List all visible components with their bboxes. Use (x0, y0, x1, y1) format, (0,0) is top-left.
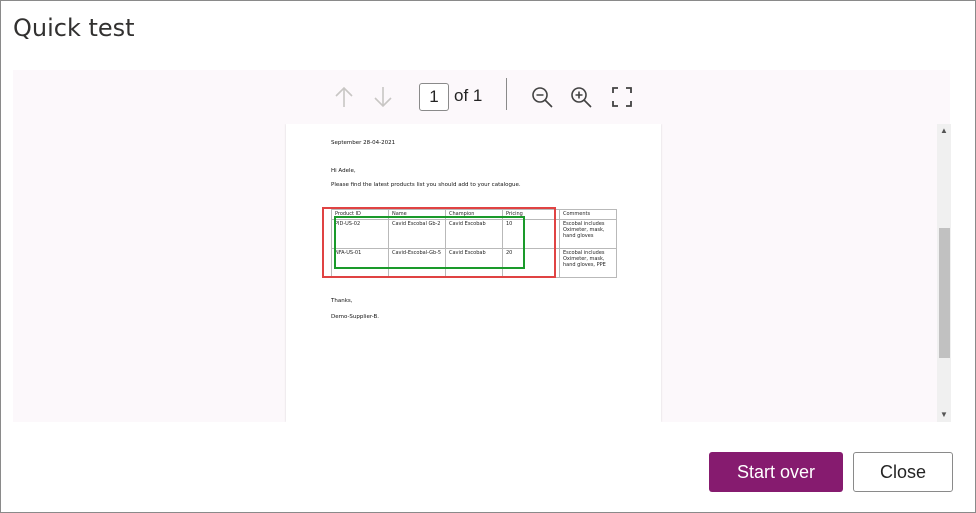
scrollbar-thumb[interactable] (939, 228, 950, 358)
table-cell: Escobal includes Oximeter, mask, hand gl… (559, 219, 617, 249)
scroll-up-icon[interactable]: ▲ (937, 124, 951, 138)
page-count-label: of 1 (454, 86, 483, 105)
close-button[interactable]: Close (853, 452, 953, 492)
viewer-toolbar: 1 of 1 (13, 70, 950, 124)
page-number-input[interactable]: 1 (419, 83, 449, 111)
scroll-down-icon[interactable]: ▼ (937, 408, 951, 422)
extracted-fields-highlight (334, 216, 525, 269)
document-page: September 28-04-2021 Hi Adele, Please fi… (286, 124, 661, 422)
toolbar-divider (506, 78, 507, 110)
document-viewer[interactable]: September 28-04-2021 Hi Adele, Please fi… (13, 124, 937, 422)
dialog-title: Quick test (13, 14, 135, 42)
arrow-down-icon[interactable] (370, 84, 396, 110)
zoom-in-icon[interactable] (568, 84, 594, 110)
zoom-out-icon[interactable] (529, 84, 555, 110)
start-over-button[interactable]: Start over (709, 452, 843, 492)
arrow-up-icon[interactable] (331, 84, 357, 110)
table-cell: Escobal includes Oximeter, mask, hand gl… (559, 248, 617, 278)
fit-page-icon[interactable] (609, 84, 635, 110)
doc-intro: Please find the latest products list you… (331, 182, 521, 188)
doc-thanks: Thanks, (331, 298, 353, 304)
doc-date: September 28-04-2021 (331, 140, 396, 146)
vertical-scrollbar[interactable]: ▲ ▼ (937, 124, 951, 422)
doc-signature: Demo-Supplier-B. (331, 314, 380, 320)
table-header-cell: Comments (559, 209, 617, 220)
doc-greeting: Hi Adele, (331, 168, 356, 174)
